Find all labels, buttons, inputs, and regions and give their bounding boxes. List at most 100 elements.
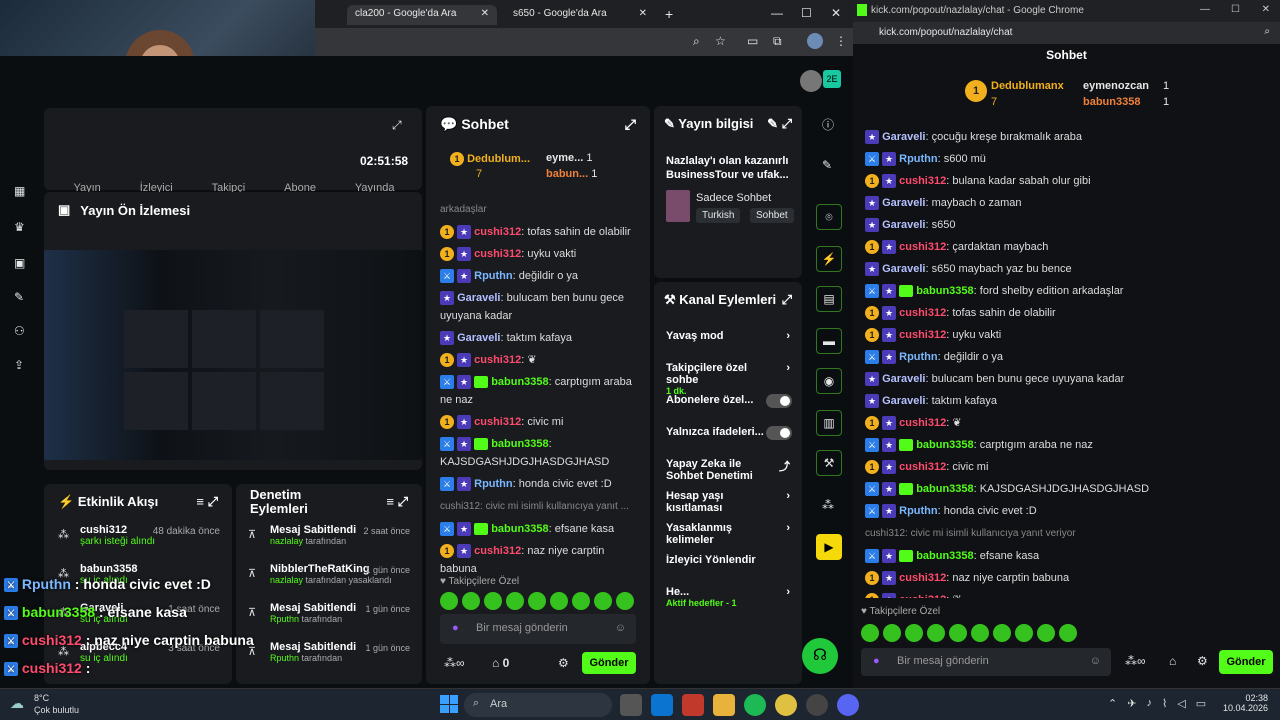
points-icon[interactable]: ⁂∞	[1125, 654, 1146, 668]
chat-username[interactable]: cushi312	[474, 354, 521, 366]
shortcuts-icon[interactable]: ⁂	[822, 498, 834, 512]
emote-icon[interactable]	[1015, 624, 1033, 642]
channel-action-item[interactable]: Abonelere özel...	[666, 394, 792, 426]
chat-username[interactable]: babun3358	[916, 550, 973, 562]
chat-username[interactable]: cushi312	[899, 461, 946, 473]
chat-username[interactable]: Garaveli	[882, 263, 925, 275]
chat-username[interactable]: babun3358	[916, 285, 973, 297]
headset-icon[interactable]: ☊	[802, 638, 838, 674]
chat-username[interactable]: Rputhn	[899, 505, 937, 517]
close-icon[interactable]: ✕	[481, 8, 489, 19]
channel-action-item[interactable]: Yalnızca ifadeleri...	[666, 426, 792, 458]
popout-icon[interactable]: ⤢	[782, 116, 792, 131]
clock[interactable]: 02:38 10.04.2026	[1220, 693, 1268, 713]
weather-icon[interactable]: ☁	[10, 695, 24, 712]
chat-username[interactable]: Garaveli	[882, 395, 925, 407]
chat-username[interactable]: Garaveli	[457, 292, 500, 304]
chat-username[interactable]: Garaveli	[457, 332, 500, 344]
toggle-switch[interactable]	[766, 394, 792, 408]
emote-icon[interactable]	[528, 592, 546, 610]
emote-icon[interactable]	[905, 624, 923, 642]
layout-icon[interactable]: ▥	[816, 410, 842, 436]
channel-action-item[interactable]: Yapay Zeka ile Sohbet Denetimi ⤴	[666, 458, 792, 490]
lightning-icon[interactable]: ⚡	[816, 246, 842, 272]
clip-icon[interactable]: ▶	[816, 534, 842, 560]
emoji-icon[interactable]: ☺	[1090, 655, 1101, 667]
zoom-icon[interactable]: ⌕	[1264, 26, 1270, 37]
mic-tray-icon[interactable]: ♪	[1146, 697, 1152, 710]
chat-username[interactable]: cushi312	[899, 572, 946, 584]
emote-icon[interactable]	[861, 624, 879, 642]
chat-username[interactable]: Rputhn	[899, 351, 937, 363]
obs-icon[interactable]	[806, 694, 828, 716]
chat-username[interactable]: babun3358	[916, 439, 973, 451]
spotify-icon[interactable]	[744, 694, 766, 716]
emote-icon[interactable]	[993, 624, 1011, 642]
taskbar-search[interactable]: ⌕ Ara	[464, 693, 612, 717]
emote-icon[interactable]	[1037, 624, 1055, 642]
chat-username[interactable]: cushi312	[899, 329, 946, 341]
emoji-icon[interactable]: ☺	[615, 622, 626, 634]
popout-icon[interactable]: ⤢	[625, 116, 636, 133]
emote-icon[interactable]	[462, 592, 480, 610]
zoom-icon[interactable]: ⌕	[693, 34, 700, 49]
minimize-icon[interactable]: —	[771, 6, 783, 20]
popout-urlbar[interactable]: kick.com/popout/nazlalay/chat ⌕	[853, 22, 1280, 44]
edge-icon[interactable]	[651, 694, 673, 716]
chat-username[interactable]: cushi312	[474, 416, 521, 428]
maximize-icon[interactable]: ☐	[1231, 4, 1240, 15]
emote-icon[interactable]	[484, 592, 502, 610]
send-button[interactable]: Gönder	[582, 652, 636, 674]
settings-icon[interactable]: ⚙	[1197, 654, 1208, 668]
chat-username[interactable]: cushi312	[474, 248, 521, 260]
windows-start-icon[interactable]	[440, 695, 458, 713]
channel-action-item[interactable]: He... Aktif hedefler - 1 ›	[666, 586, 792, 618]
toggle-switch[interactable]	[766, 426, 792, 440]
emote-icon[interactable]	[927, 624, 945, 642]
popout-chat-input[interactable]: Bir mesaj gönderin ● ☺	[861, 648, 1111, 676]
broadcast-icon[interactable]: ◉	[816, 368, 842, 394]
chat-username[interactable]: cushi312	[474, 545, 521, 557]
chevron-up-icon[interactable]: ⌃	[1108, 697, 1117, 710]
close-window-icon[interactable]: ✕	[1262, 4, 1270, 15]
chat-username[interactable]: cushi312	[899, 307, 946, 319]
document-icon[interactable]: ▤	[816, 286, 842, 312]
close-icon[interactable]: ✕	[639, 8, 647, 19]
star-icon[interactable]: ☆	[715, 34, 726, 48]
close-window-icon[interactable]: ✕	[831, 6, 841, 20]
menu-icon[interactable]: ⋮	[835, 34, 847, 48]
chat-username[interactable]: cushi312	[899, 175, 946, 187]
settings-icon[interactable]: ⚙	[558, 656, 569, 670]
edit-icon[interactable]: ✎	[767, 116, 778, 131]
stream-preview-video[interactable]	[44, 250, 422, 460]
tray-app-icon[interactable]: ✈	[1127, 697, 1136, 710]
chat-username[interactable]: cushi312	[899, 417, 946, 429]
emote-icon[interactable]	[883, 624, 901, 642]
profile-avatar[interactable]	[807, 33, 823, 49]
new-tab-icon[interactable]: +	[665, 6, 673, 22]
mic-icon[interactable]: ●	[452, 622, 459, 634]
chat-username[interactable]: babun3358	[491, 438, 548, 450]
emote-icon[interactable]	[572, 592, 590, 610]
channel-action-item[interactable]: İzleyici Yönlendir	[666, 554, 792, 586]
chat-icon[interactable]: ▬	[816, 328, 842, 354]
dashboard-icon[interactable]: ▦	[14, 184, 25, 198]
tag[interactable]: Sohbet	[750, 208, 794, 223]
mic-icon[interactable]: ●	[873, 655, 880, 667]
camera-icon[interactable]: ⌾	[816, 204, 842, 230]
channel-action-item[interactable]: Yavaş mod ›	[666, 330, 792, 362]
tab-cla200[interactable]: cla200 - Google'da Ara ✕	[347, 5, 497, 25]
popout-send-button[interactable]: Gönder	[1219, 650, 1273, 674]
network-icon[interactable]: ⌇	[1162, 697, 1167, 710]
filter-icon[interactable]: ≡	[196, 494, 204, 509]
chat-username[interactable]: cushi312	[899, 594, 946, 598]
channel-action-item[interactable]: Yasaklanmış kelimeler ›	[666, 522, 792, 554]
popout-icon[interactable]: ⤢	[782, 292, 792, 308]
user-avatar[interactable]	[800, 70, 822, 92]
info-icon[interactable]: ⓘ	[822, 116, 834, 133]
chat-username[interactable]: cushi312	[474, 226, 521, 238]
emote-icon[interactable]	[594, 592, 612, 610]
chat-username[interactable]: Garaveli	[882, 373, 925, 385]
popout-icon[interactable]: ⤢	[208, 494, 218, 509]
minimize-icon[interactable]: —	[1200, 4, 1210, 15]
